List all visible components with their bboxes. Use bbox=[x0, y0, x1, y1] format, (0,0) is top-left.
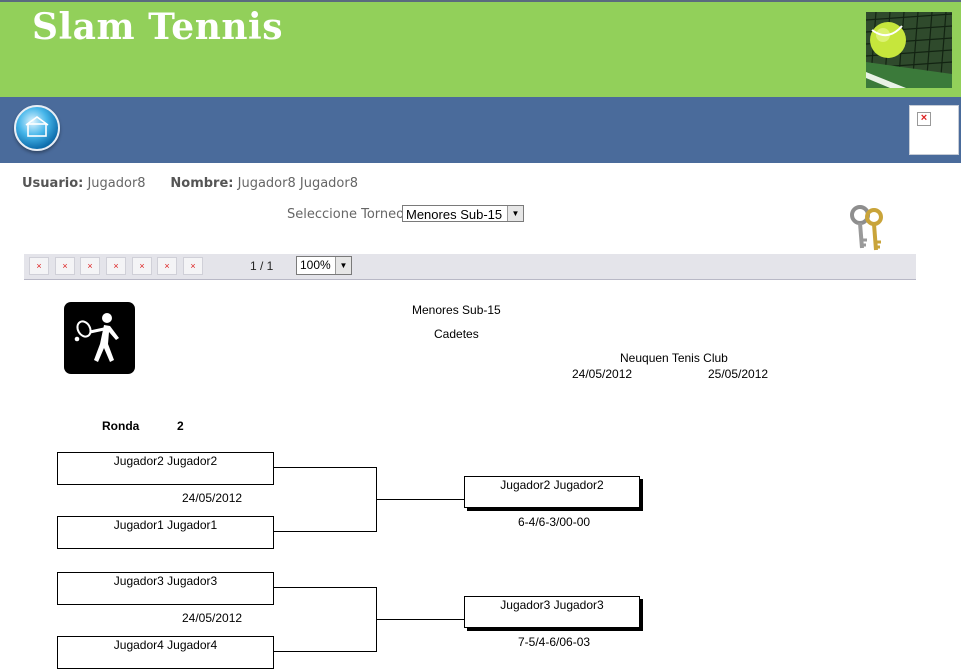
broken-image-icon[interactable]: × bbox=[132, 257, 152, 275]
bracket-line bbox=[273, 531, 377, 532]
site-title: Slam Tennis bbox=[32, 6, 283, 48]
report-end-date: 25/05/2012 bbox=[708, 367, 769, 381]
bracket-line bbox=[376, 619, 465, 620]
match-2-player-1: Jugador3 Jugador3 bbox=[57, 572, 274, 605]
match-1-player-2: Jugador1 Jugador1 bbox=[57, 516, 274, 549]
bracket-line bbox=[273, 467, 377, 468]
torneo-label: Seleccione Torneo: bbox=[287, 207, 409, 222]
report-start-date: 24/05/2012 bbox=[572, 367, 633, 381]
user-info: Usuario: Jugador8 Nombre: Jugador8 Jugad… bbox=[22, 176, 358, 191]
match-2-date: 24/05/2012 bbox=[182, 611, 243, 625]
nombre-value: Jugador8 Jugador8 bbox=[237, 176, 358, 191]
tennis-player-icon bbox=[64, 302, 135, 374]
torneo-select[interactable]: Menores Sub-15 ▼ bbox=[402, 205, 524, 222]
report-category: Cadetes bbox=[434, 327, 479, 341]
round-label: Ronda bbox=[102, 419, 140, 433]
torneo-selected: Menores Sub-15 bbox=[406, 207, 503, 222]
chevron-down-icon[interactable]: ▼ bbox=[335, 257, 351, 274]
nav-bar: × bbox=[0, 97, 961, 163]
nombre-label: Nombre: bbox=[170, 176, 234, 191]
report-toolbar: × × × × × × × 1 / 1 100% ▼ bbox=[24, 254, 916, 280]
home-icon[interactable] bbox=[14, 105, 60, 151]
zoom-value: 100% bbox=[300, 258, 331, 272]
match-1-score: 6-4/6-3/00-00 bbox=[518, 515, 591, 529]
chevron-down-icon[interactable]: ▼ bbox=[507, 206, 523, 221]
site-header: Slam Tennis bbox=[0, 2, 961, 97]
report-tournament: Menores Sub-15 bbox=[412, 303, 501, 317]
usuario-label: Usuario: bbox=[22, 176, 84, 191]
broken-image-icon[interactable]: × bbox=[106, 257, 126, 275]
broken-image-icon[interactable]: × bbox=[80, 257, 100, 275]
broken-image-icon[interactable]: × bbox=[183, 257, 203, 275]
bracket-line bbox=[273, 587, 377, 588]
bracket-line bbox=[376, 499, 465, 500]
zoom-select[interactable]: 100% ▼ bbox=[296, 256, 352, 275]
match-1-winner: Jugador2 Jugador2 bbox=[464, 476, 640, 508]
bracket-line bbox=[273, 651, 377, 652]
match-2-winner: Jugador3 Jugador3 bbox=[464, 596, 640, 628]
usuario-value: Jugador8 bbox=[87, 176, 146, 191]
match-2-player-2: Jugador4 Jugador4 bbox=[57, 636, 274, 669]
tennis-ball-image bbox=[866, 12, 952, 88]
broken-image-icon[interactable]: × bbox=[909, 105, 959, 155]
report-club: Neuquen Tenis Club bbox=[620, 351, 728, 365]
broken-image-icon[interactable]: × bbox=[157, 257, 177, 275]
page-indicator: 1 / 1 bbox=[250, 259, 274, 273]
round-value: 2 bbox=[177, 419, 184, 433]
match-1-player-1: Jugador2 Jugador2 bbox=[57, 452, 274, 485]
keys-icon[interactable] bbox=[846, 204, 890, 254]
match-1-date: 24/05/2012 bbox=[182, 491, 243, 505]
broken-image-icon[interactable]: × bbox=[29, 257, 49, 275]
broken-image-icon[interactable]: × bbox=[55, 257, 75, 275]
match-2-score: 7-5/4-6/06-03 bbox=[518, 635, 591, 649]
